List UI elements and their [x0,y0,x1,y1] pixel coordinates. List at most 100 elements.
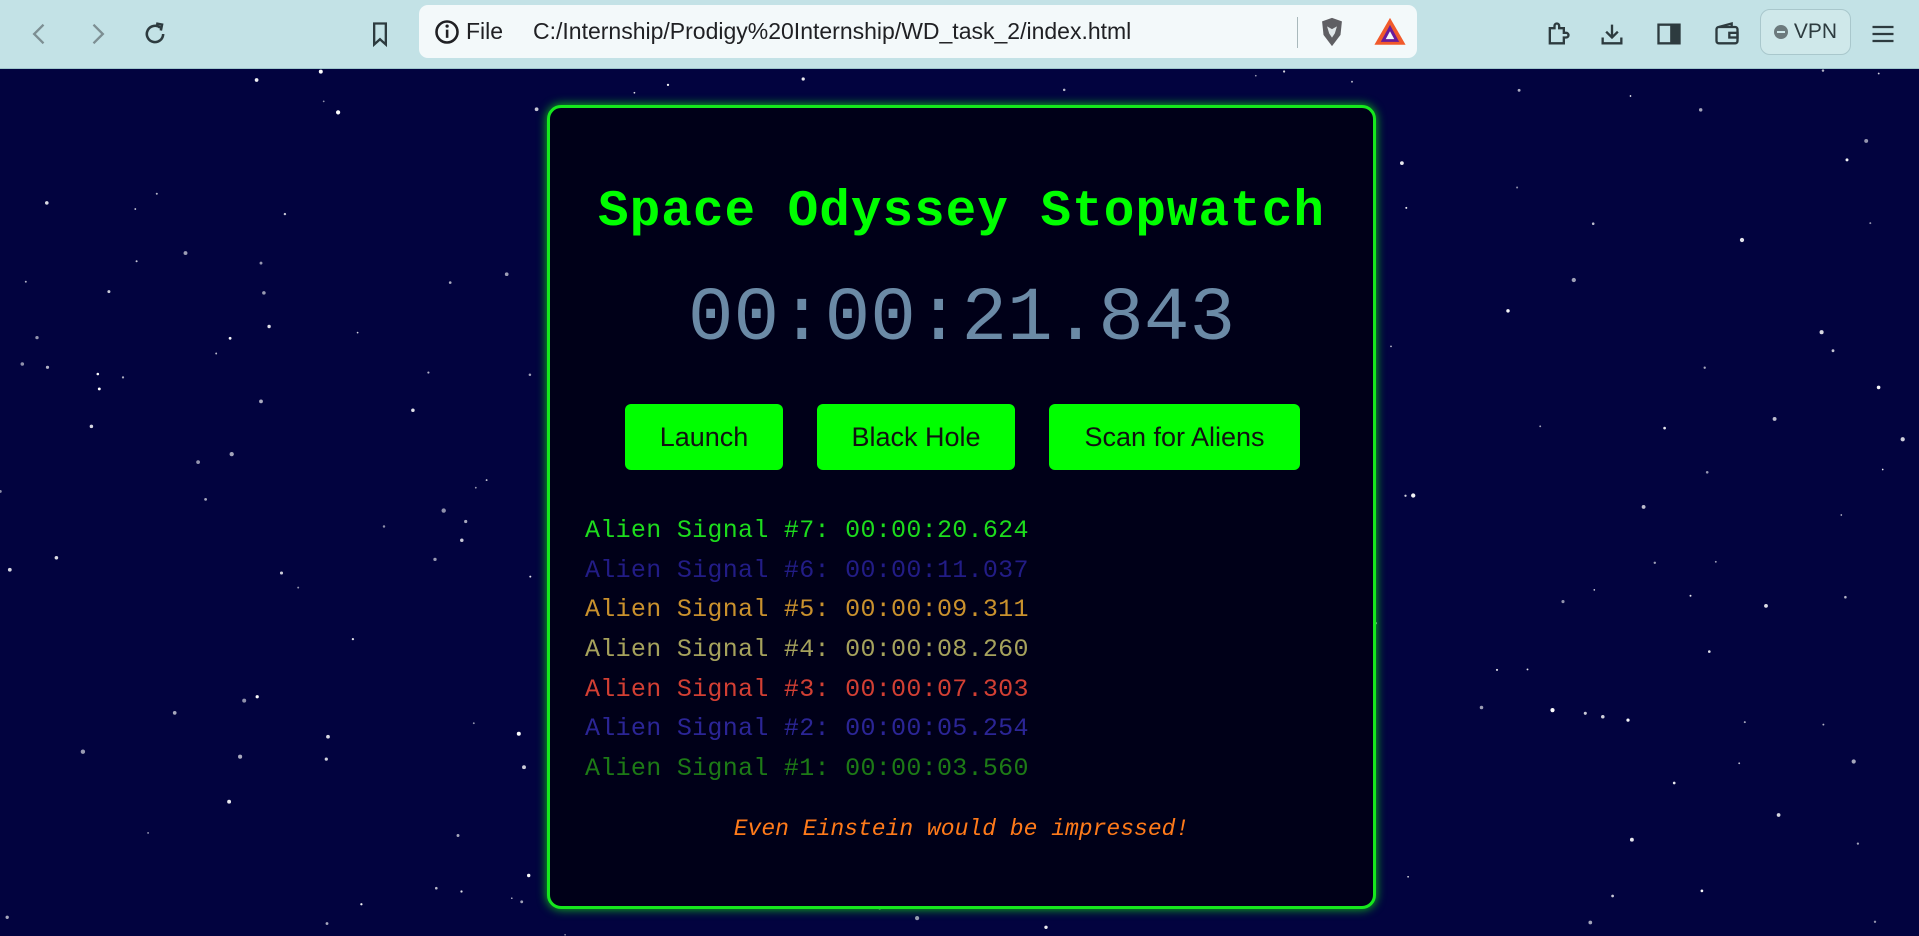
star [1351,80,1353,83]
star [1400,161,1404,165]
sidebar-icon[interactable] [1649,14,1689,54]
star [267,324,271,329]
star [1900,437,1905,442]
star [1819,330,1824,335]
star [121,376,125,379]
lap-list: Alien Signal #7: 00:00:20.624 Alien Sign… [585,511,1365,789]
star [1588,920,1593,925]
star [80,749,86,754]
star [1877,72,1880,75]
scan-aliens-button[interactable]: Scan for Aliens [1049,404,1300,470]
brave-shields-icon[interactable] [1315,15,1349,49]
star [204,498,207,501]
star [1506,309,1510,313]
star [1583,711,1587,715]
star [427,371,430,374]
star [801,77,805,81]
star [7,567,12,572]
vpn-button[interactable]: VPN [1760,9,1851,55]
browser-toolbar: File C:/Internship/Prodigy%20Internship/… [0,0,1919,69]
star [666,83,670,87]
star [1663,426,1666,430]
star [20,362,25,366]
file-label: File [466,18,504,44]
brave-rewards-icon[interactable] [1373,15,1407,49]
black-hole-button[interactable]: Black Hole [817,404,1015,470]
star [1845,158,1849,162]
time-display: 00:00:21.843 [687,276,1236,362]
star [1601,715,1605,719]
star [1044,925,1048,929]
star [485,479,488,482]
forward-icon[interactable] [77,14,117,54]
star [1844,595,1847,599]
star [35,335,39,340]
star [107,290,111,294]
star [1516,186,1519,189]
reload-icon[interactable] [135,14,175,54]
star [283,212,287,216]
star [448,281,452,284]
star [472,722,475,725]
star [1405,206,1408,209]
back-icon[interactable] [20,14,60,54]
star [134,208,137,210]
star [45,365,50,369]
star [254,78,259,82]
lap-item: Alien Signal #2: 00:00:05.254 [585,714,1029,744]
star [335,110,341,115]
star [97,387,101,391]
star [326,734,330,739]
vpn-status-icon [1773,25,1788,39]
star [534,107,539,112]
wallet-icon[interactable] [1707,14,1747,54]
footer-message: Even Einstein would be impressed! [733,816,1190,842]
site-info-icon[interactable] [433,18,461,46]
bookmark-icon[interactable] [360,14,400,54]
star [464,519,468,524]
star [1479,705,1484,710]
star [318,69,323,74]
star [1705,470,1709,474]
address-bar[interactable]: File C:/Internship/Prodigy%20Internship/… [419,5,1417,58]
star [1703,366,1706,369]
star [1407,875,1409,878]
extensions-icon[interactable] [1538,14,1578,54]
star [504,272,509,277]
star [155,192,158,195]
menu-icon[interactable] [1863,14,1903,54]
star [1283,70,1286,73]
star [172,711,177,715]
star [1641,504,1646,509]
star [460,890,463,893]
star [1856,842,1860,845]
downloads-icon[interactable] [1592,14,1632,54]
star [183,251,188,256]
star [522,765,526,770]
star [196,460,200,464]
star [1390,345,1392,348]
star [1539,425,1542,428]
star [0,489,2,493]
star [215,352,218,355]
star [96,372,100,376]
star [474,486,477,489]
star [1698,108,1703,112]
star [915,916,920,921]
stopwatch-card: Space Odyssey Stopwatch 00:00:21.843 Lau… [547,105,1376,909]
star [1840,514,1843,516]
star [1526,668,1529,671]
url-text[interactable]: C:/Internship/Prodigy%20Internship/WD_ta… [533,18,1131,45]
star [1495,668,1499,671]
star [456,834,460,837]
star [259,261,263,265]
launch-button[interactable]: Launch [625,404,783,470]
star [325,922,329,925]
star [54,556,59,560]
star [1764,603,1768,608]
star [1776,813,1781,817]
star [529,575,532,578]
star [360,903,363,906]
lap-item: Alien Signal #7: 00:00:20.624 [585,516,1029,545]
star [1739,237,1745,243]
